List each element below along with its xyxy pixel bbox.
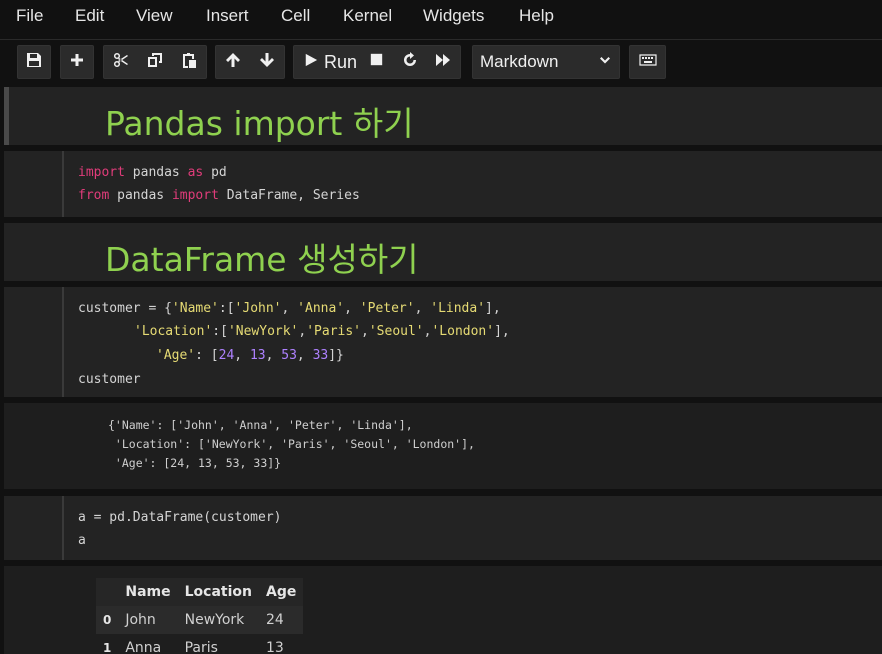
restart-button[interactable] <box>393 46 427 78</box>
add-icon <box>69 52 85 73</box>
run-button[interactable]: Run <box>294 46 359 78</box>
output-line: {'Name': ['John', 'Anna', 'Peter', 'Lind… <box>108 418 413 432</box>
run-group: Run <box>293 45 461 79</box>
cell-type-value: Markdown <box>480 52 559 71</box>
menu-view[interactable]: View <box>136 6 173 26</box>
menu-help[interactable]: Help <box>519 6 554 26</box>
cut-button[interactable] <box>104 46 138 78</box>
markdown-heading: DataFrame 생성하기 <box>105 240 419 279</box>
code-editor[interactable]: import pandas as pd from pandas import D… <box>62 151 882 217</box>
restart-icon <box>402 51 418 73</box>
run-label: Run <box>324 51 358 72</box>
paste-button[interactable] <box>172 46 206 78</box>
menu-kernel[interactable]: Kernel <box>343 6 392 26</box>
save-button[interactable] <box>17 45 51 79</box>
code-line: import pandas as pd <box>78 165 227 180</box>
copy-button[interactable] <box>138 46 172 78</box>
code-line: customer <box>78 372 141 387</box>
dataframe-table: Name Location Age 0 John NewYork 24 1 An… <box>96 578 304 654</box>
play-icon <box>304 53 318 72</box>
add-cell-button[interactable] <box>60 45 94 79</box>
table-cell: 24 <box>265 612 284 628</box>
menu-bar: File Edit View Insert Cell Kernel Widget… <box>0 0 882 40</box>
table-cell: NewYork <box>184 612 245 628</box>
code-line: customer = {'Name':['John', 'Anna', 'Pet… <box>78 301 501 316</box>
code-editor[interactable]: customer = {'Name':['John', 'Anna', 'Pet… <box>62 287 882 397</box>
output-line: 'Location': ['NewYork', 'Paris', 'Seoul'… <box>108 437 475 451</box>
column-header: Name <box>125 584 171 600</box>
output-line: 'Age': [24, 13, 53, 33]} <box>108 456 282 470</box>
run-all-button[interactable] <box>426 46 460 78</box>
paste-icon <box>181 52 197 73</box>
code-cell[interactable]: import pandas as pd from pandas import D… <box>4 151 882 217</box>
cut-icon <box>113 52 129 73</box>
index-header <box>96 578 118 606</box>
stop-icon <box>370 53 383 71</box>
code-line: from pandas import DataFrame, Series <box>78 188 360 203</box>
move-down-button[interactable] <box>250 46 284 78</box>
column-header: Age <box>265 584 297 600</box>
menu-cell[interactable]: Cell <box>281 6 310 26</box>
move-group <box>215 45 285 79</box>
row-index: 0 <box>103 613 112 627</box>
table-row: 0 John NewYork 24 <box>96 606 304 634</box>
arrow-down-icon <box>259 52 275 73</box>
toolbar: Run Markdown <box>0 41 882 85</box>
markdown-cell[interactable]: DataFrame 생성하기 <box>4 223 882 281</box>
command-palette-button[interactable] <box>629 45 666 79</box>
code-line: a = pd.DataFrame(customer) <box>78 510 282 525</box>
fast-forward-icon <box>435 52 451 73</box>
cell-type-select[interactable]: Markdown <box>472 45 620 79</box>
markdown-cell[interactable]: Pandas import 하기 <box>4 87 882 145</box>
table-cell: 13 <box>265 640 284 654</box>
table-cell: Anna <box>125 640 162 654</box>
code-cell[interactable]: customer = {'Name':['John', 'Anna', 'Pet… <box>4 287 882 397</box>
code-line: a <box>78 533 86 548</box>
keyboard-icon <box>638 53 657 71</box>
table-header-row: Name Location Age <box>96 578 304 606</box>
code-line: 'Age': [24, 13, 53, 33]} <box>156 348 344 363</box>
arrow-up-icon <box>225 52 241 73</box>
code-editor[interactable]: a = pd.DataFrame(customer) a <box>62 496 882 560</box>
markdown-heading: Pandas import 하기 <box>105 104 414 143</box>
row-index: 1 <box>103 641 112 654</box>
chevron-down-icon <box>599 52 611 72</box>
interrupt-button[interactable] <box>359 46 393 78</box>
table-cell: John <box>125 612 156 628</box>
menu-edit[interactable]: Edit <box>75 6 104 26</box>
output-area: {'Name': ['John', 'Anna', 'Peter', 'Lind… <box>4 403 882 489</box>
table-cell: Paris <box>184 640 218 654</box>
code-cell[interactable]: a = pd.DataFrame(customer) a <box>4 496 882 560</box>
column-header: Location <box>184 584 252 600</box>
menu-insert[interactable]: Insert <box>206 6 249 26</box>
move-up-button[interactable] <box>216 46 250 78</box>
menu-file[interactable]: File <box>16 6 43 26</box>
save-icon <box>26 52 42 73</box>
menu-widgets[interactable]: Widgets <box>423 6 484 26</box>
copy-icon <box>147 52 163 73</box>
table-row: 1 Anna Paris 13 <box>96 634 304 654</box>
clipboard-group <box>103 45 207 79</box>
code-line: 'Location':['NewYork','Paris','Seoul','L… <box>134 324 510 339</box>
